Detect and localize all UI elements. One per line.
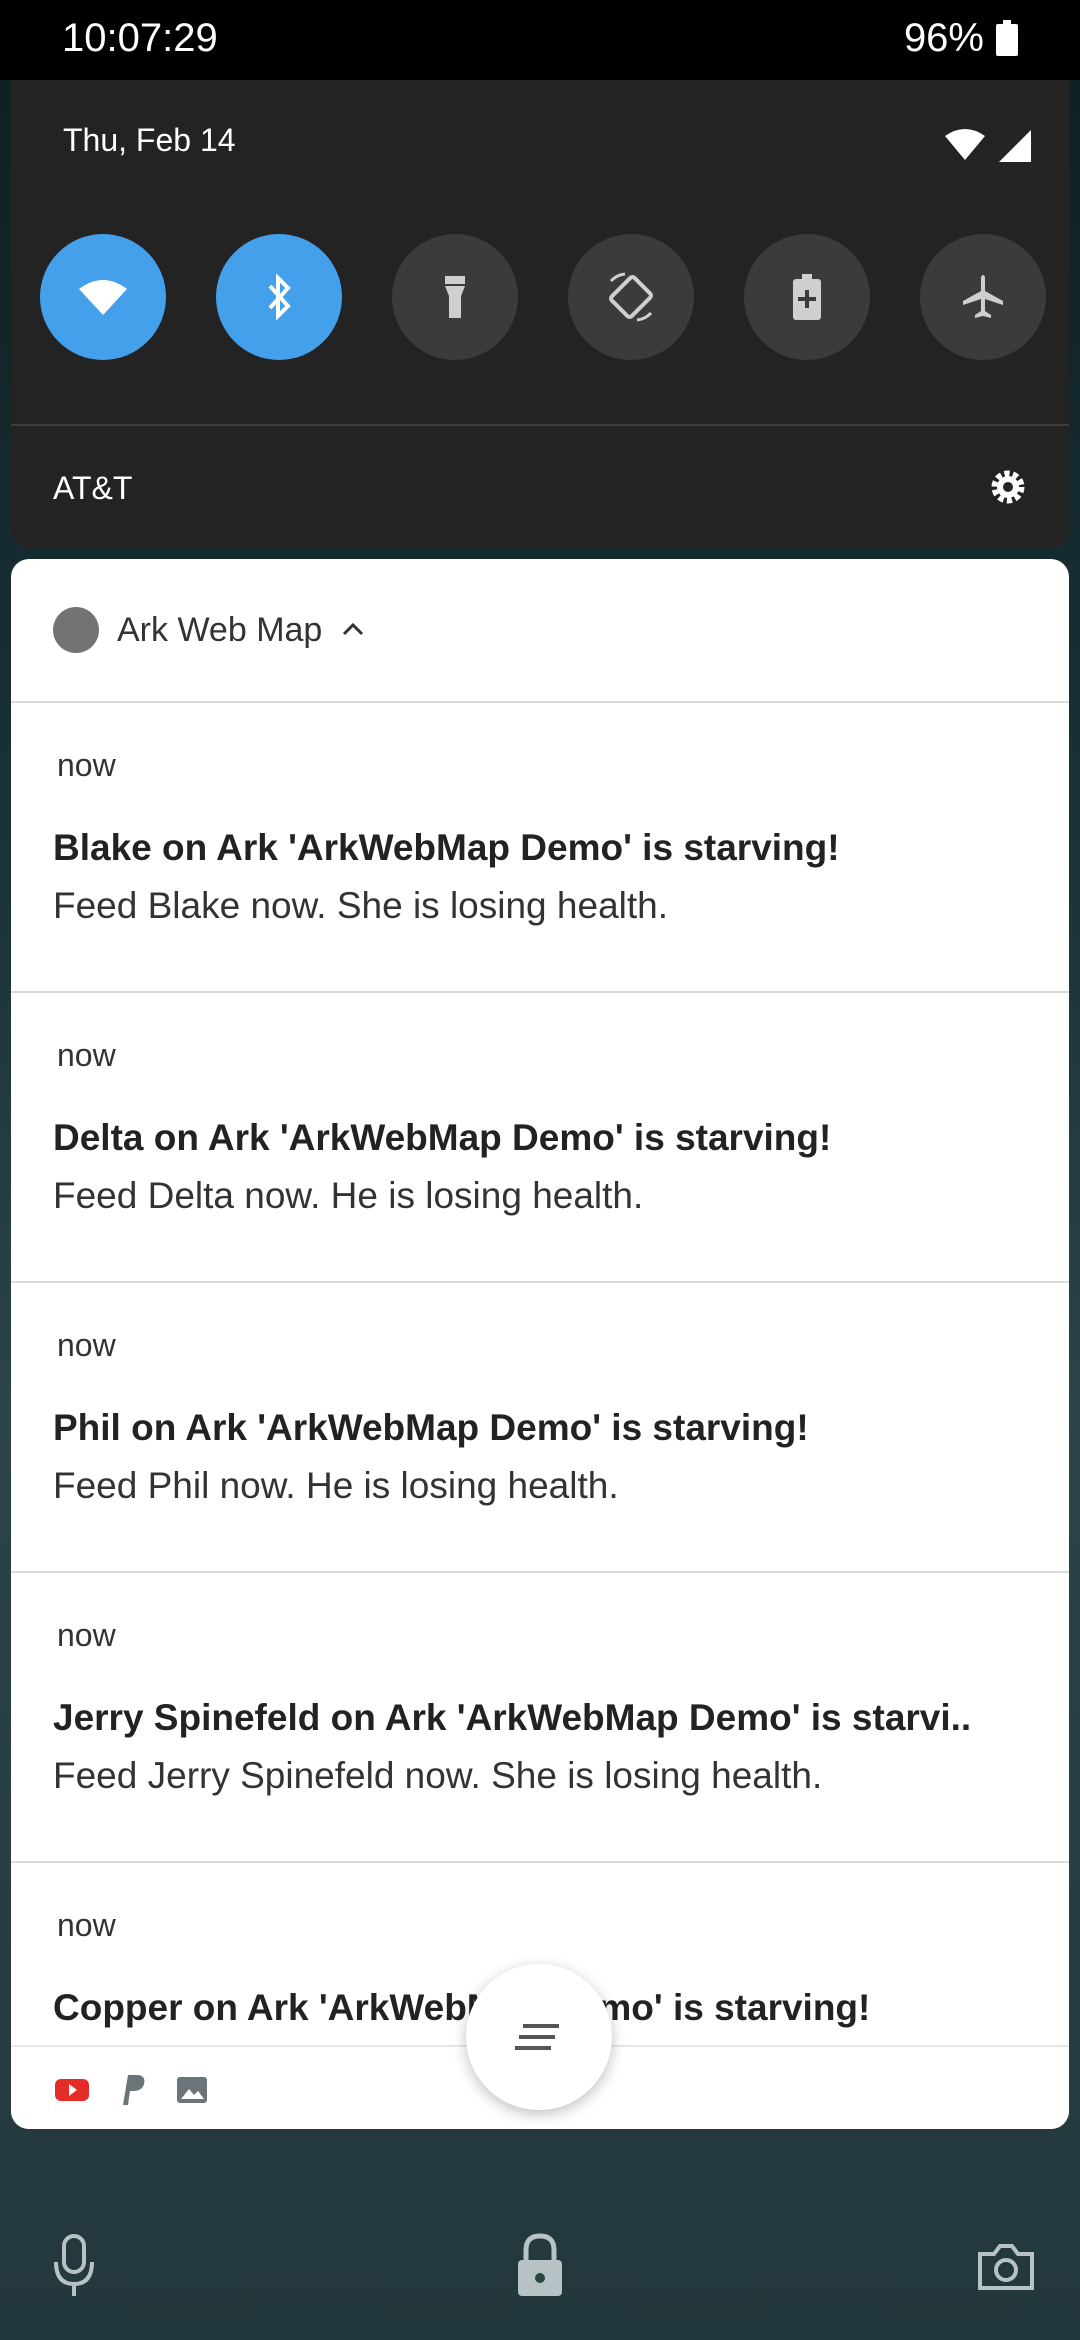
date-label: Thu, Feb 14 (63, 122, 236, 158)
airplane-icon (963, 275, 1003, 318)
notification-body: Feed Delta now. He is losing health. (53, 1175, 644, 1216)
notification-title: Blake on Ark 'ArkWebMap Demo' is starvin… (53, 827, 840, 868)
divider (11, 424, 1069, 426)
notification-item[interactable]: now Phil on Ark 'ArkWebMap Demo' is star… (11, 1281, 1069, 1573)
battery-percent: 96% (903, 16, 984, 60)
signal-icons (945, 129, 1031, 162)
notification-item[interactable]: now Blake on Ark 'ArkWebMap Demo' is sta… (11, 701, 1069, 993)
notification-title: Jerry Spinefeld on Ark 'ArkWebMap Demo' … (53, 1697, 972, 1738)
notification-group-header[interactable]: Ark Web Map (11, 559, 1069, 703)
wifi-icon (79, 280, 127, 315)
flashlight-icon (445, 276, 465, 318)
settings-gear-icon[interactable] (987, 466, 1029, 508)
auto-rotate-icon (609, 272, 653, 322)
notification-time: now (57, 1907, 116, 1943)
wifi-tile[interactable] (40, 234, 166, 360)
camera-icon[interactable] (976, 2230, 1036, 2300)
carrier-label: AT&T (53, 470, 133, 506)
microphone-icon[interactable] (44, 2230, 104, 2300)
notification-body: Feed Phil now. He is losing health. (53, 1465, 619, 1506)
notification-body: Feed Blake now. She is losing health. (53, 885, 668, 926)
notification-title: Delta on Ark 'ArkWebMap Demo' is starvin… (53, 1117, 832, 1158)
clock: 10:07:29 (62, 16, 218, 60)
app-name: Ark Web Map (117, 611, 323, 649)
paypal-icon (123, 2075, 145, 2105)
image-icon (177, 2077, 207, 2103)
youtube-icon (55, 2079, 89, 2101)
manage-notifications-button[interactable] (466, 1964, 612, 2110)
bluetooth-tile[interactable] (216, 234, 342, 360)
notification-item[interactable]: now Delta on Ark 'ArkWebMap Demo' is sta… (11, 991, 1069, 1283)
notification-title: Phil on Ark 'ArkWebMap Demo' is starving… (53, 1407, 809, 1448)
clear-all-icon (515, 2024, 559, 2050)
battery-saver-tile[interactable] (744, 234, 870, 360)
notification-time: now (57, 747, 116, 783)
notification-time: now (57, 1327, 116, 1363)
notification-item[interactable]: now Jerry Spinefeld on Ark 'ArkWebMap De… (11, 1571, 1069, 1863)
bluetooth-icon (268, 274, 291, 320)
notification-time: now (57, 1617, 116, 1653)
lock-icon[interactable] (510, 2230, 570, 2300)
status-bar: 10:07:29 96% (0, 0, 1080, 80)
flashlight-tile[interactable] (392, 234, 518, 360)
battery-saver-icon (793, 274, 821, 320)
quick-settings-panel: Thu, Feb 14 AT&T (11, 80, 1069, 548)
battery-icon (996, 20, 1018, 56)
auto-rotate-tile[interactable] (568, 234, 694, 360)
notification-time: now (57, 1037, 116, 1073)
quick-tiles (40, 234, 1050, 360)
app-icon (53, 607, 99, 653)
notification-panel: Ark Web Map now Blake on Ark 'ArkWebMap … (11, 559, 1069, 2129)
chevron-up-icon[interactable] (341, 619, 365, 639)
airplane-mode-tile[interactable] (920, 234, 1046, 360)
notification-body: Feed Jerry Spinefeld now. She is losing … (53, 1755, 823, 1796)
